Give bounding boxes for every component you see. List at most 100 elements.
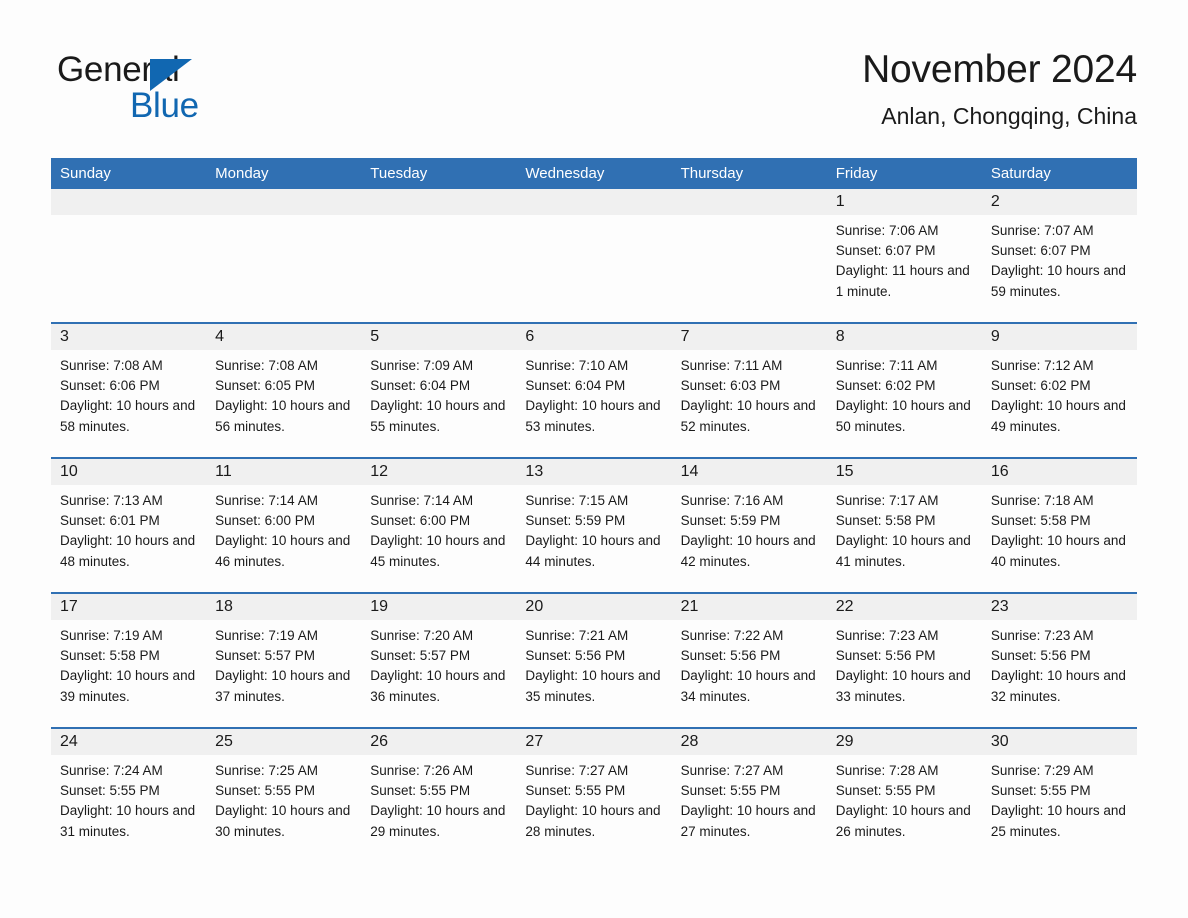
- day-details: Sunrise: 7:19 AM Sunset: 5:58 PM Dayligh…: [51, 620, 206, 707]
- day-cell[interactable]: 22 Sunrise: 7:23 AM Sunset: 5:56 PM Dayl…: [826, 594, 982, 727]
- day-number: 15: [826, 459, 982, 485]
- sunrise-text: Sunrise: 7:12 AM: [990, 358, 1094, 373]
- day-cell[interactable]: 23 Sunrise: 7:23 AM Sunset: 5:56 PM Dayl…: [981, 594, 1137, 727]
- day-cell[interactable]: [361, 189, 517, 322]
- week-row: 10 Sunrise: 7:13 AM Sunset: 6:01 PM Dayl…: [51, 457, 1137, 592]
- day-details: Sunrise: 7:27 AM Sunset: 5:55 PM Dayligh…: [672, 755, 827, 842]
- page-subtitle: Anlan, Chongqing, China: [881, 102, 1137, 129]
- day-cell[interactable]: [516, 189, 672, 322]
- daylight-text: Daylight: 10 hours and 59 minutes.: [990, 263, 1126, 299]
- day-cell[interactable]: 17 Sunrise: 7:19 AM Sunset: 5:58 PM Dayl…: [51, 594, 207, 727]
- day-cell[interactable]: 6 Sunrise: 7:10 AM Sunset: 6:04 PM Dayli…: [516, 324, 672, 457]
- sunset-text: Sunset: 6:02 PM: [835, 378, 936, 394]
- day-cell[interactable]: 29 Sunrise: 7:28 AM Sunset: 5:55 PM Dayl…: [826, 729, 982, 862]
- sunrise-text: Sunrise: 7:09 AM: [370, 358, 474, 373]
- day-cell[interactable]: 2 Sunrise: 7:07 AM Sunset: 6:07 PM Dayli…: [981, 189, 1137, 322]
- day-cell[interactable]: 1 Sunrise: 7:06 AM Sunset: 6:07 PM Dayli…: [826, 189, 982, 322]
- day-cell[interactable]: 14 Sunrise: 7:16 AM Sunset: 5:59 PM Dayl…: [671, 459, 827, 592]
- day-number: 27: [516, 729, 672, 755]
- daylight-text: Daylight: 10 hours and 56 minutes.: [215, 398, 351, 434]
- daylight-text: Daylight: 10 hours and 53 minutes.: [525, 398, 661, 434]
- daylight-text: Daylight: 10 hours and 33 minutes.: [835, 668, 971, 704]
- daylight-text: Daylight: 10 hours and 40 minutes.: [990, 533, 1126, 569]
- day-number: [361, 189, 517, 215]
- day-details: Sunrise: 7:11 AM Sunset: 6:03 PM Dayligh…: [672, 350, 827, 437]
- weekday-header-thursday: Thursday: [680, 165, 744, 182]
- day-cell[interactable]: 24 Sunrise: 7:24 AM Sunset: 5:55 PM Dayl…: [51, 729, 207, 862]
- weekday-header-tuesday: Tuesday: [370, 165, 428, 182]
- sunset-text: Sunset: 5:55 PM: [835, 783, 936, 799]
- sunrise-text: Sunrise: 7:20 AM: [370, 628, 474, 643]
- sunset-text: Sunset: 6:07 PM: [990, 243, 1091, 259]
- day-details: Sunrise: 7:09 AM Sunset: 6:04 PM Dayligh…: [361, 350, 516, 437]
- page-header: General Blue November 2024 Anlan, Chongq…: [0, 0, 1188, 155]
- day-details: Sunrise: 7:14 AM Sunset: 6:00 PM Dayligh…: [361, 485, 516, 572]
- daylight-text: Daylight: 10 hours and 30 minutes.: [215, 803, 351, 839]
- sunset-text: Sunset: 6:00 PM: [370, 513, 471, 529]
- daylight-text: Daylight: 10 hours and 35 minutes.: [525, 668, 661, 704]
- day-cell[interactable]: 20 Sunrise: 7:21 AM Sunset: 5:56 PM Dayl…: [516, 594, 672, 727]
- sunset-text: Sunset: 5:59 PM: [525, 513, 626, 529]
- daylight-text: Daylight: 10 hours and 34 minutes.: [680, 668, 816, 704]
- sunrise-text: Sunrise: 7:22 AM: [680, 628, 784, 643]
- day-number: 30: [981, 729, 1137, 755]
- day-number: 3: [51, 324, 207, 350]
- generalblue-logo[interactable]: General Blue: [57, 52, 357, 132]
- day-details: Sunrise: 7:15 AM Sunset: 5:59 PM Dayligh…: [516, 485, 671, 572]
- day-cell[interactable]: [51, 189, 207, 322]
- day-cell[interactable]: 5 Sunrise: 7:09 AM Sunset: 6:04 PM Dayli…: [361, 324, 517, 457]
- sunset-text: Sunset: 5:58 PM: [835, 513, 936, 529]
- day-cell[interactable]: 16 Sunrise: 7:18 AM Sunset: 5:58 PM Dayl…: [981, 459, 1137, 592]
- day-cell[interactable]: 11 Sunrise: 7:14 AM Sunset: 6:00 PM Dayl…: [206, 459, 362, 592]
- day-cell[interactable]: 19 Sunrise: 7:20 AM Sunset: 5:57 PM Dayl…: [361, 594, 517, 727]
- day-number: 1: [826, 189, 982, 215]
- day-number: 28: [671, 729, 827, 755]
- day-details: Sunrise: 7:07 AM Sunset: 6:07 PM Dayligh…: [982, 215, 1137, 302]
- day-details: [206, 215, 361, 221]
- day-cell[interactable]: 27 Sunrise: 7:27 AM Sunset: 5:55 PM Dayl…: [516, 729, 672, 862]
- week-row: 17 Sunrise: 7:19 AM Sunset: 5:58 PM Dayl…: [51, 592, 1137, 727]
- day-number: 19: [361, 594, 517, 620]
- daylight-text: Daylight: 10 hours and 36 minutes.: [370, 668, 506, 704]
- daylight-text: Daylight: 10 hours and 44 minutes.: [525, 533, 661, 569]
- sunset-text: Sunset: 5:56 PM: [990, 648, 1091, 664]
- day-number: 10: [51, 459, 207, 485]
- day-cell[interactable]: 7 Sunrise: 7:11 AM Sunset: 6:03 PM Dayli…: [671, 324, 827, 457]
- day-cell[interactable]: 30 Sunrise: 7:29 AM Sunset: 5:55 PM Dayl…: [981, 729, 1137, 862]
- daylight-text: Daylight: 10 hours and 32 minutes.: [990, 668, 1126, 704]
- day-cell[interactable]: 21 Sunrise: 7:22 AM Sunset: 5:56 PM Dayl…: [671, 594, 827, 727]
- sunset-text: Sunset: 6:05 PM: [215, 378, 315, 394]
- day-details: Sunrise: 7:29 AM Sunset: 5:55 PM Dayligh…: [982, 755, 1137, 842]
- sunrise-text: Sunrise: 7:06 AM: [835, 223, 939, 238]
- day-details: Sunrise: 7:26 AM Sunset: 5:55 PM Dayligh…: [361, 755, 516, 842]
- sunrise-text: Sunrise: 7:29 AM: [990, 763, 1094, 778]
- day-cell[interactable]: 18 Sunrise: 7:19 AM Sunset: 5:57 PM Dayl…: [206, 594, 362, 727]
- sunrise-text: Sunrise: 7:08 AM: [215, 358, 318, 373]
- day-cell[interactable]: 15 Sunrise: 7:17 AM Sunset: 5:58 PM Dayl…: [826, 459, 982, 592]
- sunrise-text: Sunrise: 7:28 AM: [835, 763, 939, 778]
- day-cell[interactable]: 4 Sunrise: 7:08 AM Sunset: 6:05 PM Dayli…: [206, 324, 362, 457]
- day-cell[interactable]: 12 Sunrise: 7:14 AM Sunset: 6:00 PM Dayl…: [361, 459, 517, 592]
- day-cell[interactable]: [206, 189, 362, 322]
- day-number: [51, 189, 207, 215]
- day-cell[interactable]: [671, 189, 827, 322]
- day-number: 2: [981, 189, 1137, 215]
- calendar-grid: Sunday Monday Tuesday Wednesday Thursday…: [51, 158, 1137, 862]
- day-cell[interactable]: 3 Sunrise: 7:08 AM Sunset: 6:06 PM Dayli…: [51, 324, 207, 457]
- sunset-text: Sunset: 5:58 PM: [60, 648, 160, 664]
- calendar-page: General Blue November 2024 Anlan, Chongq…: [0, 0, 1188, 918]
- sunset-text: Sunset: 5:59 PM: [680, 513, 781, 529]
- day-cell[interactable]: 9 Sunrise: 7:12 AM Sunset: 6:02 PM Dayli…: [981, 324, 1137, 457]
- sunset-text: Sunset: 6:01 PM: [60, 513, 160, 529]
- day-cell[interactable]: 8 Sunrise: 7:11 AM Sunset: 6:02 PM Dayli…: [826, 324, 982, 457]
- day-cell[interactable]: 10 Sunrise: 7:13 AM Sunset: 6:01 PM Dayl…: [51, 459, 207, 592]
- day-cell[interactable]: 13 Sunrise: 7:15 AM Sunset: 5:59 PM Dayl…: [516, 459, 672, 592]
- day-number: 17: [51, 594, 207, 620]
- sunset-text: Sunset: 5:55 PM: [370, 783, 471, 799]
- day-details: Sunrise: 7:24 AM Sunset: 5:55 PM Dayligh…: [51, 755, 206, 842]
- day-details: Sunrise: 7:18 AM Sunset: 5:58 PM Dayligh…: [982, 485, 1137, 572]
- day-cell[interactable]: 26 Sunrise: 7:26 AM Sunset: 5:55 PM Dayl…: [361, 729, 517, 862]
- day-cell[interactable]: 28 Sunrise: 7:27 AM Sunset: 5:55 PM Dayl…: [671, 729, 827, 862]
- day-cell[interactable]: 25 Sunrise: 7:25 AM Sunset: 5:55 PM Dayl…: [206, 729, 362, 862]
- sunrise-text: Sunrise: 7:21 AM: [525, 628, 629, 643]
